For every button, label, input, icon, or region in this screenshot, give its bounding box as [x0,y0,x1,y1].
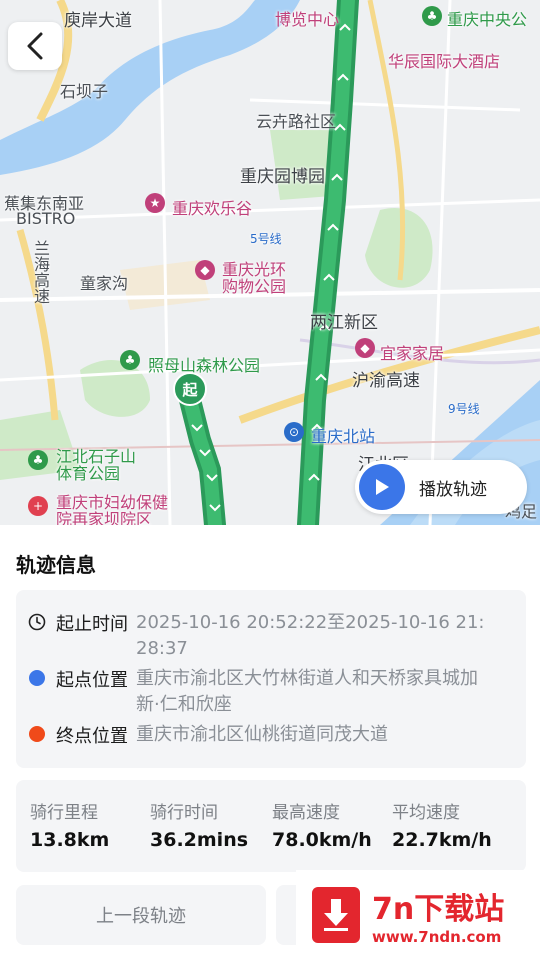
start-marker[interactable]: 起 [173,372,209,412]
play-track-button[interactable]: 播放轨迹 [355,460,527,514]
time-value: 2025-10-16 20:52:22至2025-10-16 21:28:37 [136,612,485,659]
ride-stats-card: 骑行里程 13.8km 骑行时间 36.2mins 最高速度 78.0km/h … [16,780,526,872]
map-label: 童家沟 [80,274,129,293]
park-icon: ♣ [422,6,442,26]
stat-label: 骑行时间 [150,803,218,823]
chevron-left-icon [27,32,43,60]
park-icon: ♣ [28,450,48,470]
map-label: 宜家家居 [380,344,445,363]
map-label: 重庆欢乐谷 [172,199,253,218]
stat-distance: 骑行里程 13.8km [30,798,109,851]
time-key: 起止时间 [56,614,128,635]
start-key: 起点位置 [56,670,128,691]
stat-duration: 骑行时间 36.2mins [150,798,248,851]
shopping-icon: ◆ [355,338,375,358]
stat-value: 13.8km [30,829,110,851]
play-track-label: 播放轨迹 [419,479,487,500]
map-label: 石坝子 [60,82,109,101]
watermark: 7n下载站 www.7ndn.com [296,870,540,960]
amusement-park-icon: ★ [145,193,165,213]
stat-value: 22.7km/h [392,829,492,851]
watermark-text: 7n下载站 www.7ndn.com [372,884,504,946]
map-label: 华辰国际大酒店 [388,52,501,71]
map-view[interactable]: 庾岸大道 ♣ 重庆中央公 博览中心 华辰国际大酒店 石坝子 云卉路社区 重庆园博… [0,0,540,525]
clock-icon [28,613,46,631]
start-value: 重庆市渝北区大竹林街道人和天桥家具城加新·仁和欣座 [136,668,478,715]
stat-value: 36.2mins [150,829,249,851]
hospital-icon: + [28,496,48,516]
back-button[interactable] [8,22,62,70]
park-icon: ♣ [120,350,140,370]
prev-track-button[interactable]: 上一段轨迹 [16,885,266,945]
map-label: BISTRO [16,209,76,228]
end-key: 终点位置 [56,726,128,747]
start-row: 起点位置 重庆市渝北区大竹林街道人和天桥家具城加新·仁和欣座 [28,666,486,718]
map-label: 重庆园博园 [240,167,325,187]
map-label: 体育公园 [56,464,121,483]
map-label: 9号线 [448,402,480,416]
map-label: 购物公园 [222,277,287,296]
end-value: 重庆市渝北区仙桃街道同茂大道 [136,724,388,745]
map-label: 云卉路社区 [256,112,337,131]
download-logo-icon [312,887,360,943]
stat-max-speed: 最高速度 78.0km/h [272,798,372,851]
stat-value: 78.0km/h [272,829,372,851]
play-icon [359,464,405,510]
start-marker-label: 起 [173,372,207,406]
map-label: 沪渝高速 [352,371,420,391]
stat-label: 骑行里程 [30,803,98,823]
watermark-url: www.7ndn.com [372,928,502,946]
map-label: 重庆北站 [311,427,376,446]
map-label: 兰海高速 [31,240,50,304]
page: 庾岸大道 ♣ 重庆中央公 博览中心 华辰国际大酒店 石坝子 云卉路社区 重庆园博… [0,0,540,960]
map-label: 两江新区 [310,313,378,333]
stat-label: 平均速度 [392,803,460,823]
end-row: 终点位置 重庆市渝北区仙桃街道同茂大道 [28,722,486,748]
map-label: 院再家坝院区 [56,510,153,525]
stat-avg-speed: 平均速度 22.7km/h [392,798,492,851]
watermark-title: 7n下载站 [372,892,505,927]
panel-title: 轨迹信息 [16,553,96,577]
map-label: 博览中心 [275,10,340,29]
map-label: 庾岸大道 [64,11,132,31]
map-label: 5号线 [250,232,282,246]
end-dot-icon [29,726,45,742]
map-label: 重庆中央公 [447,10,528,29]
time-row: 起止时间 2025-10-16 20:52:22至2025-10-16 21:2… [28,610,486,662]
train-station-icon: ⊙ [284,422,304,442]
start-dot-icon [29,670,45,686]
stat-label: 最高速度 [272,803,340,823]
shopping-icon: ◆ [195,260,215,280]
track-info-card: 起止时间 2025-10-16 20:52:22至2025-10-16 21:2… [16,590,526,768]
